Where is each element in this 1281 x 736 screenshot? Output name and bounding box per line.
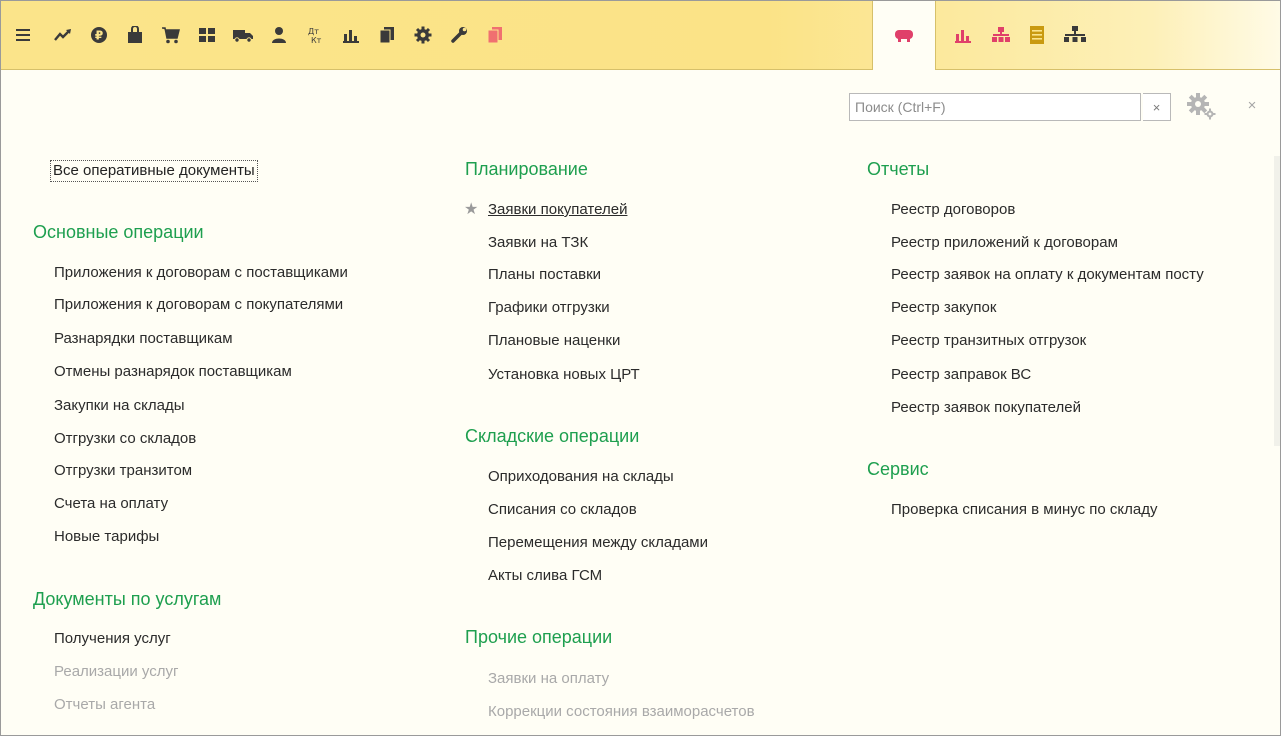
nav-link[interactable]: Приложения к договорам с поставщиками — [54, 263, 348, 283]
nav-link[interactable]: Новые тарифы — [54, 527, 159, 547]
fuel-truck-icon[interactable] — [872, 1, 936, 70]
menu-icon[interactable] — [5, 1, 41, 69]
svg-text:₽: ₽ — [95, 29, 103, 43]
search-clear-button[interactable]: × — [1143, 93, 1171, 121]
nav-link-favorite[interactable]: Заявки покупателей — [488, 200, 627, 220]
section-title-planning: Планирование — [465, 159, 588, 179]
nav-link-disabled: Реализации услуг — [54, 663, 179, 680]
nav-link[interactable]: Счета на оплату — [54, 494, 168, 514]
org-chart-red-icon[interactable] — [983, 1, 1019, 69]
cart-icon[interactable] — [153, 1, 189, 69]
hierarchy-icon[interactable] — [1057, 1, 1093, 69]
documents-icon[interactable] — [369, 1, 405, 69]
nav-link[interactable]: Плановые наценки — [488, 331, 620, 351]
wrench-icon[interactable] — [441, 1, 477, 69]
nav-link-disabled: Отчеты агента — [54, 696, 156, 713]
truck-icon[interactable] — [225, 1, 261, 69]
nav-link[interactable]: Планы поставки — [488, 265, 601, 285]
nav-link[interactable]: Отгрузки со складов — [54, 429, 196, 449]
trend-icon[interactable] — [45, 1, 81, 69]
nav-link[interactable]: Реестр договоров — [891, 200, 1015, 220]
nav-link[interactable]: Реестр транзитных отгрузок — [891, 331, 1086, 351]
user-icon[interactable] — [261, 1, 297, 69]
nav-link[interactable]: Закупки на склады — [54, 396, 185, 416]
ruble-icon[interactable]: ₽ — [81, 1, 117, 69]
dt-kt-icon[interactable]: Дт Кт — [297, 1, 333, 69]
nav-link[interactable]: Проверка списания в минус по складу — [891, 500, 1157, 520]
nav-link[interactable]: Реестр приложений к договорам — [891, 233, 1118, 253]
svg-text:Кт: Кт — [311, 36, 322, 45]
close-button[interactable]: × — [1243, 95, 1261, 117]
nav-link[interactable]: Реестр заявок покупателей — [891, 398, 1081, 418]
clear-icon: × — [1152, 99, 1161, 115]
nav-link[interactable]: Акты слива ГСМ — [488, 566, 602, 586]
nav-link[interactable]: Реестр заправок ВС — [891, 365, 1031, 385]
nav-link-disabled: Коррекции состояния взаиморасчетов — [488, 703, 755, 720]
section-title-other-operations: Прочие операции — [465, 627, 613, 647]
nav-link[interactable]: Приложения к договорам с покупателями — [54, 295, 343, 315]
bar-chart-icon[interactable] — [333, 1, 369, 69]
section-title-main-operations: Основные операции — [33, 222, 204, 242]
notepad-icon[interactable] — [1019, 1, 1055, 69]
nav-link[interactable]: Отмены разнарядок поставщикам — [54, 362, 292, 382]
nav-link[interactable]: Получения услуг — [54, 629, 171, 649]
gears-icon — [1187, 93, 1216, 120]
bag-icon[interactable] — [117, 1, 153, 69]
search-input[interactable] — [850, 94, 1135, 120]
nav-link[interactable]: Перемещения между складами — [488, 533, 708, 553]
nav-link[interactable]: Установка новых ЦРТ — [488, 365, 640, 385]
nav-link[interactable]: Реестр закупок — [891, 298, 996, 318]
documents-red-icon[interactable] — [477, 1, 513, 69]
section-title-reports: Отчеты — [867, 159, 930, 179]
nav-link[interactable]: Разнарядки поставщикам — [54, 329, 233, 349]
section-title-service-documents: Документы по услугам — [33, 589, 222, 609]
grid-icon[interactable] — [189, 1, 225, 69]
app-window: ₽ Дт Кт Поиск (Ctrl+F) × × Все оперативн… — [0, 0, 1281, 736]
close-icon: × — [1247, 97, 1257, 114]
section-title-service: Сервис — [867, 459, 929, 479]
section-title-warehouse-operations: Складские операции — [465, 426, 640, 446]
star-icon[interactable]: ★ — [464, 200, 478, 220]
nav-link[interactable]: Реестр заявок на оплату к документам пос… — [891, 265, 1275, 285]
nav-link[interactable]: Заявки на ТЗК — [488, 233, 588, 253]
nav-link-disabled: Заявки на оплату — [488, 670, 610, 687]
settings-button[interactable] — [1184, 91, 1218, 121]
sections-toolbar: ₽ Дт Кт — [1, 1, 1280, 70]
nav-link[interactable]: Графики отгрузки — [488, 298, 610, 318]
nav-link[interactable]: Оприходования на склады — [488, 467, 674, 487]
search-field[interactable] — [849, 93, 1141, 121]
all-documents-link[interactable]: Все оперативные документы — [50, 160, 258, 182]
nav-link[interactable]: Отгрузки транзитом — [54, 461, 192, 481]
gear-icon[interactable] — [405, 1, 441, 69]
svg-text:Дт: Дт — [308, 27, 319, 36]
scrollbar[interactable] — [1274, 156, 1280, 446]
bar-chart-pink-icon[interactable] — [945, 1, 981, 69]
nav-link[interactable]: Списания со складов — [488, 500, 637, 520]
